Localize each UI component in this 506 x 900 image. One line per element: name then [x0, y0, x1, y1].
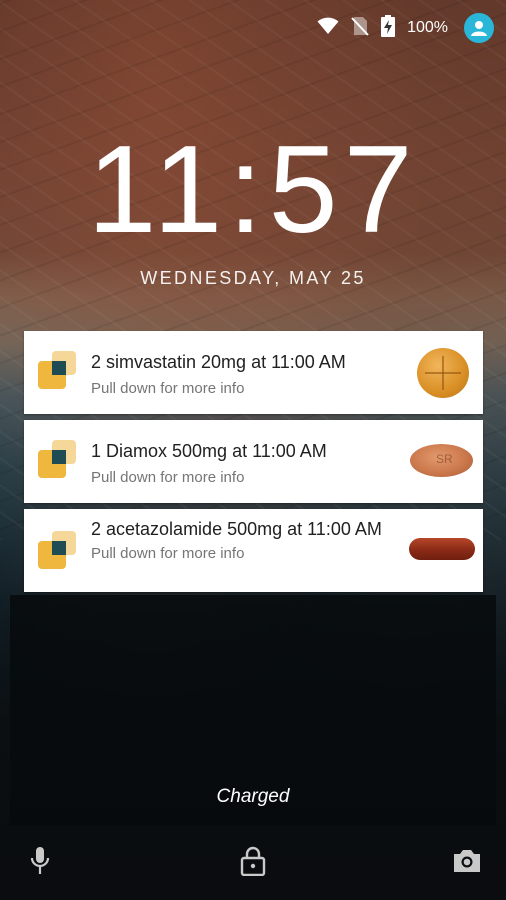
notification-card[interactable]: 2 simvastatin 20mg at 11:00 AM Pull down…: [24, 331, 483, 414]
notification-card[interactable]: 2 acetazolamide 500mg at 11:00 AM Pull d…: [24, 509, 483, 592]
medication-app-icon: [38, 351, 78, 391]
pill-image: SR: [410, 444, 473, 477]
notification-card[interactable]: 1 Diamox 500mg at 11:00 AM Pull down for…: [24, 420, 483, 503]
notification-subtitle: Pull down for more info: [91, 469, 245, 486]
notification-title: 2 acetazolamide 500mg at 11:00 AM: [91, 519, 382, 539]
notification-subtitle: Pull down for more info: [91, 545, 245, 562]
no-sim-icon: [351, 16, 369, 41]
microphone-icon[interactable]: [22, 843, 58, 879]
notification-list: 2 simvastatin 20mg at 11:00 AM Pull down…: [24, 331, 483, 598]
lockscreen-clock: 11:57: [87, 121, 419, 259]
status-bar: 100%: [317, 10, 494, 46]
lock-icon[interactable]: [235, 843, 271, 879]
battery-charging-icon: [381, 14, 396, 42]
pill-imprint: SR: [436, 452, 453, 466]
notification-title: 1 Diamox 500mg at 11:00 AM: [91, 441, 327, 461]
charging-status: Charged: [216, 786, 290, 807]
pill-image: [417, 348, 469, 398]
notification-subtitle: Pull down for more info: [91, 380, 245, 397]
wifi-icon: [317, 17, 339, 40]
camera-icon[interactable]: [449, 843, 485, 879]
medication-app-icon: [38, 531, 78, 571]
lockscreen-date: WEDNESDAY, MAY 25: [140, 268, 366, 288]
battery-percent: 100%: [407, 19, 448, 36]
user-avatar-icon[interactable]: [464, 13, 494, 43]
pill-image: [409, 538, 475, 560]
medication-app-icon: [38, 440, 78, 480]
notification-title: 2 simvastatin 20mg at 11:00 AM: [91, 352, 346, 372]
